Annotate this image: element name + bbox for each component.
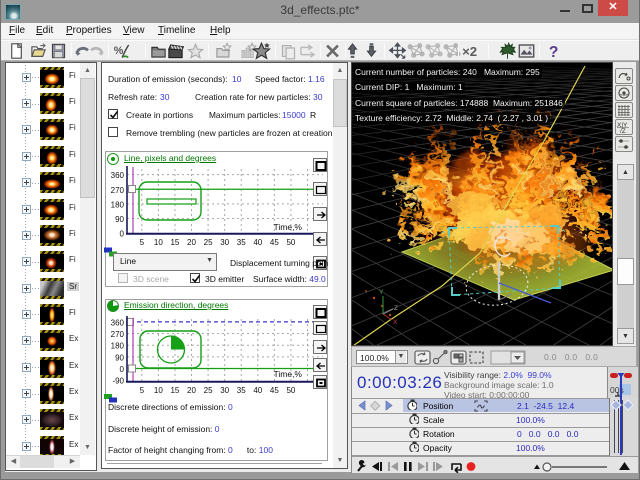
svg-text:25: 25 — [204, 238, 213, 247]
svg-text:360: 360 — [111, 171, 125, 180]
svg-text:15: 15 — [170, 238, 179, 247]
svg-text:×2: ×2 — [462, 44, 477, 59]
svg-text:30: 30 — [220, 386, 229, 395]
svg-text:Time,%: Time,% — [274, 222, 303, 232]
svg-text:15: 15 — [170, 386, 179, 395]
svg-text:90: 90 — [115, 215, 124, 224]
svg-text:40: 40 — [253, 238, 262, 247]
svg-text:45: 45 — [270, 386, 279, 395]
svg-text:0: 0 — [120, 365, 125, 374]
svg-text:X: X — [393, 319, 398, 326]
svg-text:10: 10 — [154, 386, 163, 395]
svg-text:270: 270 — [111, 330, 125, 339]
svg-text:180: 180 — [111, 342, 125, 351]
svg-text:%: % — [114, 45, 124, 57]
svg-text:Z: Z — [394, 305, 398, 312]
svg-text:5: 5 — [140, 238, 145, 247]
svg-text:35: 35 — [237, 238, 246, 247]
svg-text:20: 20 — [187, 386, 196, 395]
svg-text:50: 50 — [286, 386, 295, 395]
svg-text:50: 50 — [286, 238, 295, 247]
svg-text:45: 45 — [270, 238, 279, 247]
svg-text:40: 40 — [253, 386, 262, 395]
svg-text:/Z: /Z — [620, 128, 626, 134]
svg-text:270: 270 — [111, 186, 125, 195]
svg-text:30: 30 — [220, 238, 229, 247]
svg-text:180: 180 — [111, 200, 125, 209]
svg-text:90: 90 — [115, 353, 124, 362]
svg-text:-90: -90 — [112, 377, 124, 386]
svg-text:20: 20 — [187, 238, 196, 247]
svg-text:Y: Y — [379, 289, 384, 296]
svg-text:5: 5 — [140, 386, 145, 395]
svg-text:0: 0 — [120, 230, 125, 239]
svg-text:?: ? — [549, 44, 559, 60]
svg-text:10: 10 — [154, 238, 163, 247]
svg-text:Time,%: Time,% — [274, 369, 303, 379]
svg-text:360: 360 — [111, 318, 125, 327]
svg-text:35: 35 — [237, 386, 246, 395]
svg-text:25: 25 — [204, 386, 213, 395]
